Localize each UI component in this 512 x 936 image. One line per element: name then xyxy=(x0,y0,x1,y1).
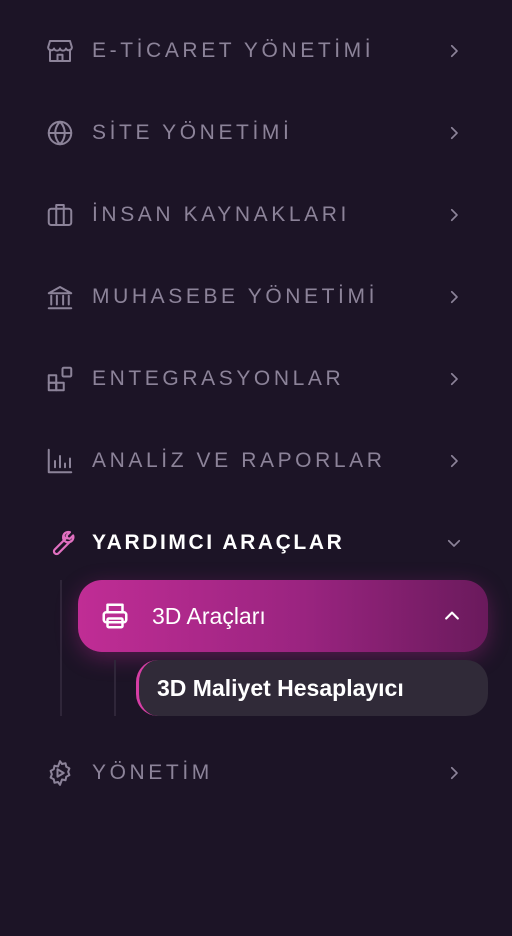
bar-chart-icon xyxy=(44,445,76,477)
nav-label: İNSAN KAYNAKLARI xyxy=(92,203,350,226)
submenu-label: 3D Maliyet Hesaplayıcı xyxy=(157,675,404,701)
chevron-right-icon xyxy=(444,369,464,389)
chevron-right-icon xyxy=(444,205,464,225)
nav-label: YARDIMCI ARAÇLAR xyxy=(92,531,345,554)
nav-label: YÖNETİM xyxy=(92,761,213,784)
globe-icon xyxy=(44,117,76,149)
chevron-right-icon xyxy=(444,763,464,783)
nav-label: ENTEGRASYONLAR xyxy=(92,367,345,390)
submenu-label: 3D Araçları xyxy=(152,603,266,629)
tree-guide-line xyxy=(114,660,116,716)
nav-label: MUHASEBE YÖNETİMİ xyxy=(92,285,379,308)
printer-icon xyxy=(98,599,132,633)
nav-item-accounting[interactable]: MUHASEBE YÖNETİMİ xyxy=(0,267,512,327)
nav-item-hr[interactable]: İNSAN KAYNAKLARI xyxy=(0,185,512,245)
wrench-icon xyxy=(44,527,76,559)
storefront-icon xyxy=(44,35,76,67)
nav-item-ecommerce[interactable]: E-TİCARET YÖNETİMİ xyxy=(0,21,512,81)
chevron-up-icon xyxy=(442,606,462,626)
chevron-right-icon xyxy=(444,287,464,307)
briefcase-icon xyxy=(44,199,76,231)
nav-item-admin[interactable]: YÖNETİM xyxy=(0,743,512,803)
chevron-down-icon xyxy=(444,533,464,553)
submenu-item-cost-calculator[interactable]: 3D Maliyet Hesaplayıcı xyxy=(136,660,488,716)
submenu-item-3d-tools[interactable]: 3D Araçları xyxy=(78,580,488,652)
tree-guide-line xyxy=(60,580,62,716)
nav-item-integrations[interactable]: ENTEGRASYONLAR xyxy=(0,349,512,409)
nav-label: SİTE YÖNETİMİ xyxy=(92,121,293,144)
chevron-right-icon xyxy=(444,41,464,61)
nav-label: ANALİZ VE RAPORLAR xyxy=(92,449,386,472)
bank-icon xyxy=(44,281,76,313)
chevron-right-icon xyxy=(444,123,464,143)
nav-item-tools[interactable]: YARDIMCI ARAÇLAR xyxy=(0,513,512,573)
integrations-icon xyxy=(44,363,76,395)
nav-label: E-TİCARET YÖNETİMİ xyxy=(92,39,375,62)
gear-play-icon xyxy=(44,757,76,789)
nav-item-analytics[interactable]: ANALİZ VE RAPORLAR xyxy=(0,431,512,491)
nav-item-site[interactable]: SİTE YÖNETİMİ xyxy=(0,103,512,163)
chevron-right-icon xyxy=(444,451,464,471)
